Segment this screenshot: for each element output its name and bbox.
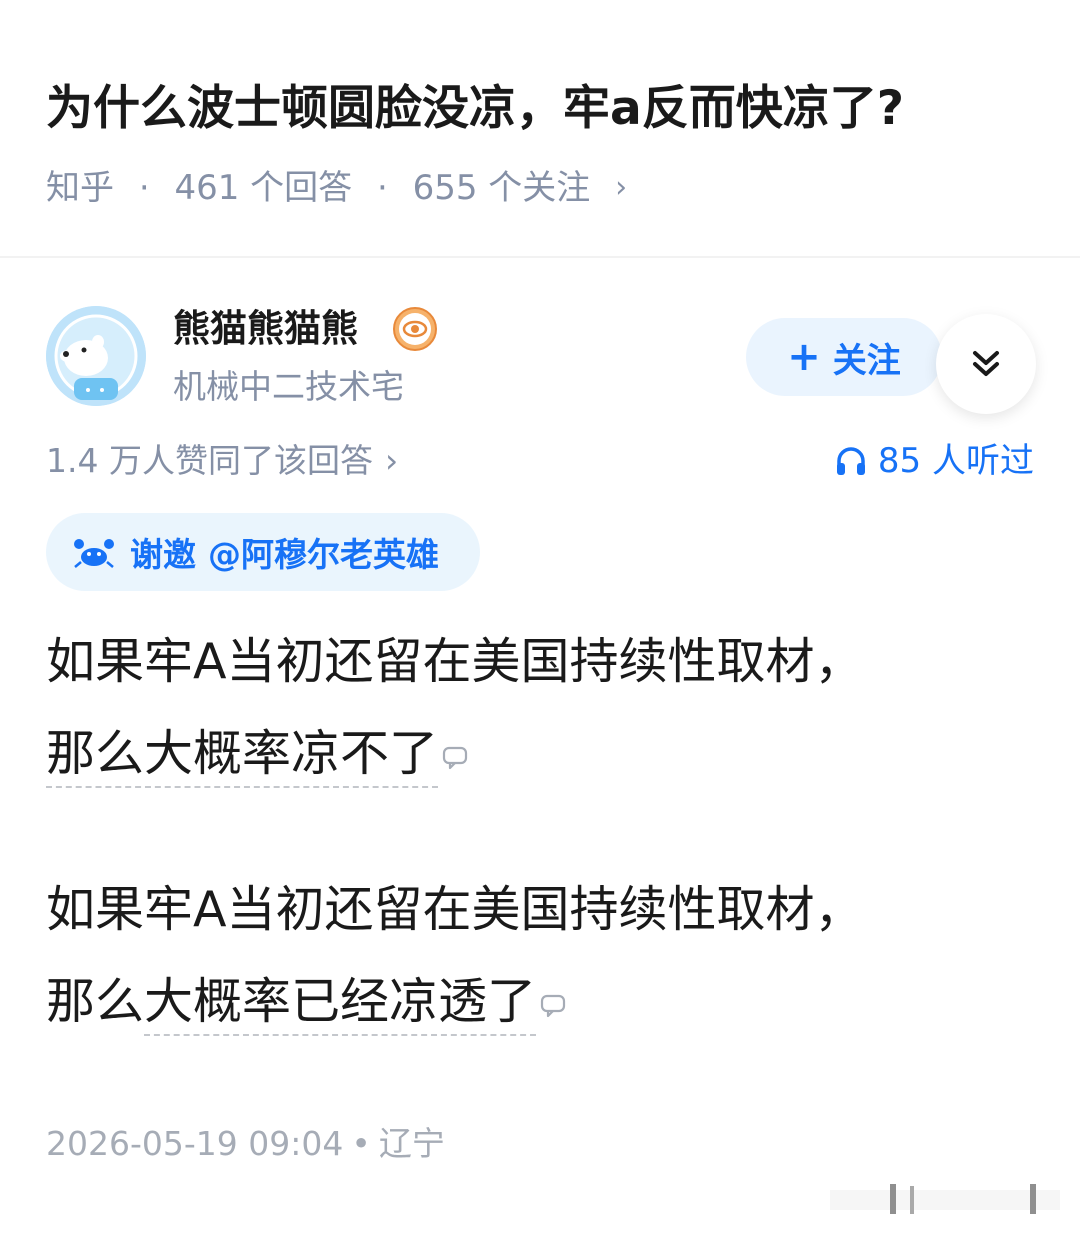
annotated-text[interactable]: 大概率已经凉透了 <box>144 973 537 1036</box>
post-datetime: 2026-05-19 09:04 <box>46 1124 344 1163</box>
section-divider <box>0 256 1080 258</box>
expand-button[interactable] <box>936 314 1036 414</box>
question-meta[interactable]: 知乎 · 461 个回答 · 655 个关注 › <box>46 164 627 210</box>
answers-count: 461 个回答 <box>174 167 353 208</box>
post-location: 辽宁 <box>378 1124 445 1163</box>
follow-button[interactable]: + 关注 <box>746 318 942 396</box>
listen-count[interactable]: 85 人听过 <box>834 438 1034 484</box>
follow-label: 关注 <box>832 340 901 381</box>
source-label: 知乎 <box>46 167 114 208</box>
plus-icon: + <box>787 334 821 380</box>
author-avatar[interactable] <box>46 306 146 406</box>
upvote-text: 1.4 万人赞同了该回答 <box>46 441 373 480</box>
watermark-graphic <box>830 1184 1060 1214</box>
meta-separator: · <box>138 167 150 208</box>
headphones-icon <box>836 447 865 475</box>
author-name[interactable]: 熊猫熊猫熊 <box>173 306 358 352</box>
comment-bubble-icon[interactable] <box>442 746 468 770</box>
paragraph-text: 那么 <box>46 973 145 1030</box>
crab-icon <box>74 539 114 568</box>
paragraph-line: 如果牢A当初还留在美国持续性取材， <box>46 633 864 690</box>
meta-separator: · <box>376 167 388 208</box>
double-chevron-down-icon <box>973 351 999 376</box>
paragraph-line: 如果牢A当初还留在美国持续性取材， <box>46 881 864 938</box>
chevron-right-icon: › <box>384 441 399 480</box>
author-bio: 机械中二技术宅 <box>173 367 404 406</box>
meta-separator: • <box>351 1124 371 1163</box>
invite-label: 谢邀 <box>130 535 196 574</box>
upvote-summary[interactable]: 1.4 万人赞同了该回答 › <box>46 438 398 484</box>
answer-paragraph-2: 如果牢A当初还留在美国持续性取材， 那么大概率已经凉透了 <box>46 864 1046 1048</box>
invite-tag[interactable]: 谢邀 @阿穆尔老英雄 <box>46 513 480 591</box>
followers-count: 655 个关注 <box>412 167 591 208</box>
paragraph-line: 那么大概率凉不了 <box>46 708 1046 800</box>
question-title[interactable]: 为什么波士顿圆脸没凉，牢a反而快凉了? <box>46 72 1046 146</box>
annotated-text[interactable]: 那么大概率凉不了 <box>46 725 439 788</box>
comment-bubble-icon[interactable] <box>540 994 566 1018</box>
polar-bear-astronaut-avatar-icon <box>46 306 146 406</box>
invite-user-link[interactable]: @阿穆尔老英雄 <box>208 528 439 576</box>
listen-text: 85 人听过 <box>877 441 1034 481</box>
answer-paragraph-1: 如果牢A当初还留在美国持续性取材， 那么大概率凉不了 <box>46 616 1046 800</box>
eye-badge-icon[interactable] <box>392 306 438 352</box>
paragraph-line: 那么大概率已经凉透了 <box>46 956 1046 1048</box>
post-time: 2026-05-19 09:04 • 辽宁 <box>46 1122 445 1166</box>
chevron-right-icon: › <box>615 169 628 205</box>
